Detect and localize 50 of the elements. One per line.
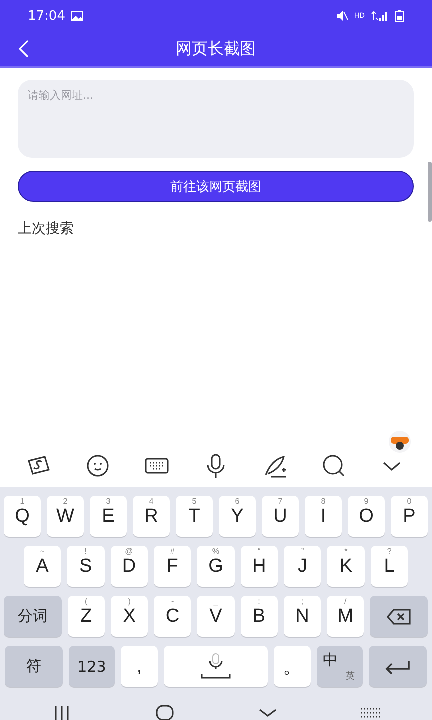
key[interactable]: ” J [284, 546, 322, 587]
key[interactable]: @ D [110, 546, 148, 587]
key[interactable]: ? L [370, 546, 408, 587]
scrollbar [428, 162, 432, 222]
key[interactable]: ; N [284, 596, 322, 637]
space-key[interactable] [164, 646, 268, 687]
key[interactable]: 1 Q [4, 496, 41, 537]
key[interactable]: : B [240, 596, 278, 637]
key[interactable]: 分词 [4, 596, 62, 637]
search-icon[interactable] [320, 453, 347, 479]
key[interactable]: / M [327, 596, 364, 637]
key[interactable]: % G [197, 546, 235, 587]
key[interactable]: “ H [240, 546, 278, 587]
emoji-icon[interactable] [85, 453, 112, 479]
back-icon[interactable] [18, 40, 30, 58]
key[interactable]: ! S [67, 546, 105, 587]
key[interactable]: 4 R [133, 496, 170, 537]
clock: 17:04 [28, 8, 66, 24]
key[interactable]: ) X [110, 596, 148, 637]
mute-icon [336, 11, 348, 21]
signal-icon [371, 11, 389, 21]
key[interactable]: 7 U [262, 496, 299, 537]
url-field[interactable]: 请输入网址... [18, 80, 414, 158]
key[interactable]: _ V [197, 596, 235, 637]
key[interactable]: 123 [69, 646, 115, 687]
key[interactable]: # F [154, 546, 192, 587]
backspace-key[interactable] [370, 596, 428, 637]
key[interactable]: 。 [274, 646, 311, 687]
key[interactable]: - C [154, 596, 192, 637]
key[interactable]: 2 W [47, 496, 84, 537]
history-heading: 上次搜索 [18, 220, 75, 238]
screenshot-button[interactable]: 前往该网页截图 [18, 171, 414, 202]
key[interactable]: 8 I [305, 496, 342, 537]
backspace-icon [387, 608, 412, 624]
image-icon [71, 11, 84, 21]
key[interactable]: , [121, 646, 158, 687]
return-icon [385, 660, 411, 674]
key[interactable]: * K [327, 546, 365, 587]
key[interactable]: ( Z [68, 596, 105, 637]
key[interactable]: 6 Y [219, 496, 256, 537]
page-title: 网页长截图 [176, 38, 256, 60]
key[interactable]: 0 P [391, 496, 428, 537]
battery-icon [395, 10, 404, 22]
language-key[interactable]: 中 英 [317, 646, 363, 687]
key[interactable]: 符 [5, 646, 63, 687]
enter-key[interactable] [369, 646, 427, 687]
key[interactable]: 3 E [90, 496, 127, 537]
key[interactable]: ~ A [24, 546, 62, 587]
key[interactable]: 9 O [348, 496, 385, 537]
key[interactable]: 5 T [176, 496, 213, 537]
